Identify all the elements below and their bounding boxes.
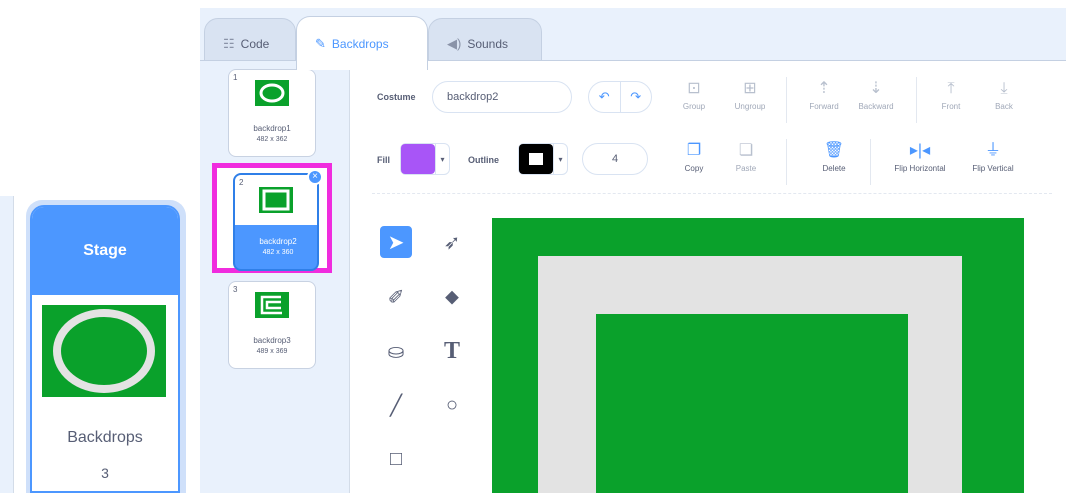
backdrop-item-3[interactable]: 3 backdrop3 489 x 369	[228, 281, 316, 369]
select-arrow-icon: ➤	[387, 231, 405, 254]
backdrop-list: 1 backdrop1 482 x 362 2 backdrop2 482 x …	[200, 61, 350, 493]
redo-icon[interactable]: ↷	[621, 82, 652, 112]
stage-thumbnail	[42, 305, 166, 397]
forward-button[interactable]: ⇡ Forward	[796, 79, 852, 111]
sprite-pane-edge	[0, 196, 14, 493]
backdrop-thumbnail	[259, 187, 293, 213]
paste-icon: ❏	[738, 142, 754, 159]
chevron-down-icon: ▾	[553, 144, 567, 174]
group-button[interactable]: ⊡ Group	[666, 79, 722, 111]
undo-icon[interactable]: ↶	[589, 82, 621, 112]
flip-horizontal-button[interactable]: ▸|◂ Flip Horizontal	[878, 141, 962, 173]
back-button[interactable]: ⤓ Back	[982, 79, 1026, 111]
eraser-tool[interactable]: ⬥	[436, 281, 468, 313]
undo-redo-group: ↶ ↷	[588, 81, 652, 113]
scratch-editor-screenshot: Stage Backdrops 3 ☷ Code ✎ Backdrops ◀) …	[0, 0, 1066, 493]
backdrop-thumbnail	[255, 80, 289, 106]
outline-width-input[interactable]	[582, 143, 648, 175]
text-icon: T	[443, 337, 460, 364]
flip-vertical-button[interactable]: ⏚ Flip Vertical	[962, 141, 1024, 173]
forward-icon: ⇡	[817, 80, 831, 97]
stage-title: Stage	[32, 207, 178, 295]
outline-label: Outline	[468, 155, 499, 165]
select-tool[interactable]: ➤	[380, 226, 412, 258]
rectangle-tool[interactable]: □	[380, 443, 412, 475]
delete-backdrop-icon[interactable]: ×	[307, 169, 323, 185]
tab-content: 1 backdrop1 482 x 362 2 backdrop2 482 x …	[200, 60, 1066, 493]
backdrop-thumbnail	[255, 292, 289, 318]
code-blocks-icon: ☷	[223, 36, 235, 51]
circle-icon: ○	[445, 393, 459, 416]
front-icon: ⤒	[947, 80, 955, 97]
copy-button[interactable]: ❐ Copy	[666, 141, 722, 173]
front-button[interactable]: ⤒ Front	[926, 79, 976, 111]
editor-window: ☷ Code ✎ Backdrops ◀) Sounds 1 backdrop1…	[200, 8, 1066, 493]
ring-backdrop-image	[42, 305, 166, 397]
ungroup-button[interactable]: ⊞ Ungroup	[722, 79, 778, 111]
outline-swatch	[519, 144, 553, 174]
fill-label: Fill	[377, 155, 390, 165]
backdrops-label: Backdrops	[67, 429, 143, 446]
paste-button[interactable]: ❏ Paste	[718, 141, 774, 173]
brush-tool[interactable]: ✐	[380, 281, 412, 313]
fill-tool[interactable]: ⛀	[380, 335, 412, 367]
flip-vertical-icon: ⏚	[984, 142, 1001, 159]
flip-horizontal-icon: ▸|◂	[909, 142, 931, 159]
copy-icon: ❐	[686, 142, 702, 159]
fill-color-picker[interactable]: ▾	[400, 143, 450, 175]
rectangle-icon: □	[389, 447, 403, 470]
speaker-icon: ◀)	[447, 36, 462, 51]
back-icon: ⤓	[1000, 80, 1008, 97]
backdrop-item-2[interactable]: 2 backdrop2 482 x 360 ×	[233, 169, 323, 271]
green-inner-shape	[596, 314, 908, 493]
chevron-down-icon: ▾	[435, 144, 449, 174]
eraser-icon: ⬥	[445, 285, 459, 308]
outline-color-picker[interactable]: ▾	[518, 143, 568, 175]
costume-name-input[interactable]	[432, 81, 572, 113]
costume-label: Costume	[377, 92, 416, 102]
delete-button[interactable]: 🗑 Delete	[806, 141, 862, 173]
text-tool[interactable]: T	[436, 335, 468, 367]
group-icon: ⊡	[687, 80, 701, 97]
selection-highlight: 2 backdrop2 482 x 360 ×	[212, 163, 332, 273]
backward-icon: ⇣	[869, 80, 883, 97]
paint-canvas[interactable]	[492, 218, 1024, 493]
reshape-icon: ➶	[443, 231, 461, 254]
fill-bucket-icon: ⛀	[387, 340, 405, 363]
circle-tool[interactable]: ○	[436, 389, 468, 421]
ungroup-icon: ⊞	[743, 80, 757, 97]
paintbrush-icon: ✎	[315, 35, 326, 51]
tab-backdrops[interactable]: ✎ Backdrops	[296, 16, 428, 70]
trash-icon: 🗑	[823, 142, 845, 159]
paint-editor: Costume ↶ ↷ ⊡ Group ⊞ Ungroup ⇡ Forwar	[360, 61, 1066, 493]
stage-selector[interactable]: Stage Backdrops 3	[30, 205, 180, 493]
line-icon: ╱	[389, 394, 403, 417]
line-tool[interactable]: ╱	[380, 389, 412, 421]
reshape-tool[interactable]: ➶	[436, 226, 468, 258]
backdrops-count: 3	[101, 465, 109, 481]
brush-icon: ✐	[387, 286, 405, 309]
backdrop-item-1[interactable]: 1 backdrop1 482 x 362	[228, 69, 316, 157]
fill-swatch	[401, 144, 435, 174]
backward-button[interactable]: ⇣ Backward	[848, 79, 904, 111]
